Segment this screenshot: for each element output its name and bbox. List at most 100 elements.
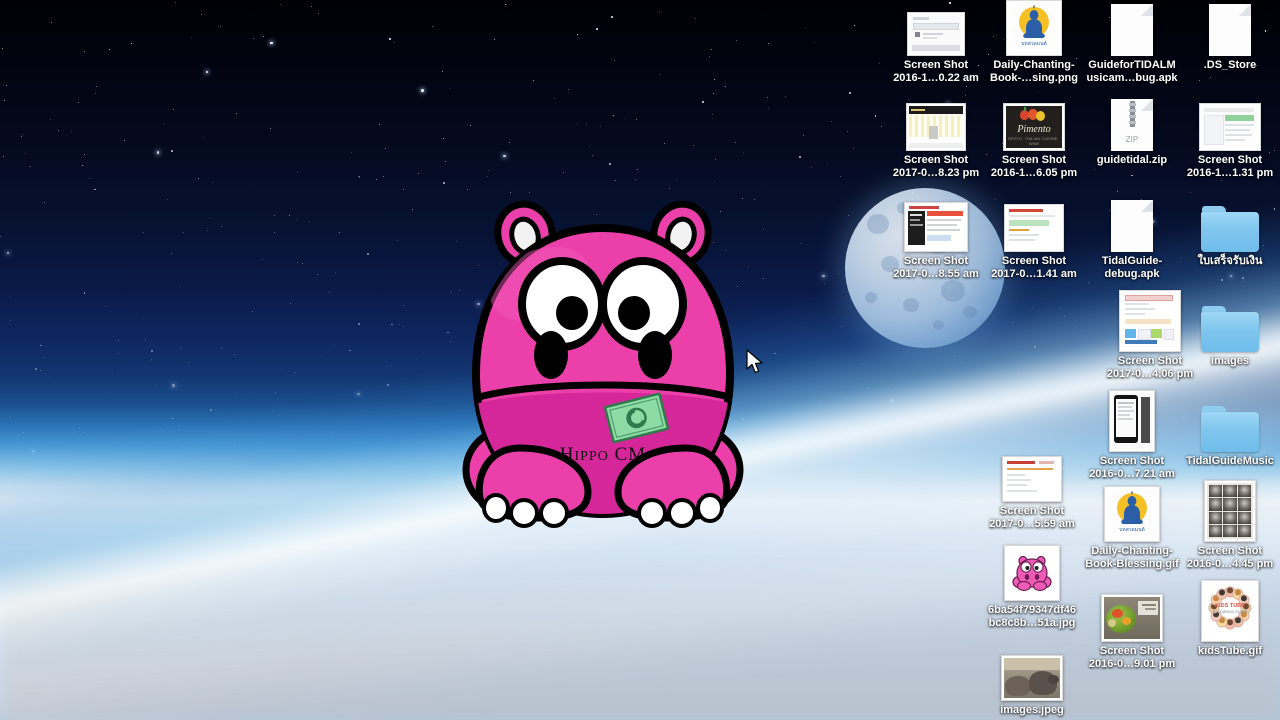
desktop-icon[interactable]: GuideforTIDALM usicam…bug.apk <box>1080 0 1184 84</box>
desktop-icon-label: TidalGuide- debug.apk <box>1101 255 1163 280</box>
desktop-icon-thumbnail[interactable] <box>1178 196 1280 252</box>
desktop-icon-label: 6ba54f79347df46 bc8c8b…51a.jpg <box>987 604 1077 629</box>
svg-text:บทสวดมนต์: บทสวดมนต์ <box>1021 40 1047 47</box>
desktop-icon-label: Screen Shot 2016-0…7.21 am <box>1089 455 1175 480</box>
document-file-icon <box>1111 200 1153 252</box>
zip-archive-icon: ZIP <box>1111 99 1153 151</box>
blank-page <box>1209 4 1251 56</box>
blank-page <box>1111 4 1153 56</box>
desktop-icon-label: Screen Shot 2016-1…1.31 pm <box>1186 154 1274 179</box>
arrow-cursor <box>746 349 764 380</box>
document-file-icon <box>1111 4 1153 56</box>
desktop-icon-thumbnail[interactable] <box>1178 480 1280 542</box>
desktop-icon-label: guidetidal.zip <box>1096 154 1168 166</box>
desktop[interactable]: HIPPO CM Screen Shot 2016-1…0.22 am บทสว… <box>0 0 1280 720</box>
desktop-icon-label: Screen Shot 2017-0…8.55 am <box>893 255 979 280</box>
desktop-icon[interactable]: TidalGuideMusic <box>1178 396 1280 468</box>
buddha-image-icon: บทสวดมนต์ <box>1104 486 1160 542</box>
screenshot-thumbnail-icon <box>1109 390 1155 452</box>
zip-page: ZIP <box>1111 99 1153 151</box>
desktop-icon-thumbnail[interactable] <box>1080 586 1184 642</box>
svg-text:BY LEARNING VIDEOS: BY LEARNING VIDEOS <box>1213 610 1247 614</box>
desktop-icon-label: .DS_Store <box>1203 59 1257 71</box>
desktop-icon[interactable]: Screen Shot 2016-0…4.45 pm <box>1178 480 1280 570</box>
desktop-icon-thumbnail[interactable]: บทสวดมนต์ <box>1080 486 1184 542</box>
screenshot-thumbnail-icon <box>1101 594 1163 642</box>
desktop-icon[interactable]: ใบเสร็จรับเงิน <box>1178 196 1280 268</box>
blank-page <box>1111 200 1153 252</box>
screenshot-thumbnail-icon <box>904 202 968 252</box>
desktop-icon[interactable]: .DS_Store <box>1178 0 1280 72</box>
desktop-icon-thumbnail[interactable] <box>884 0 988 56</box>
hippos-photo-icon <box>1001 655 1063 701</box>
desktop-icon-label: images <box>1211 355 1249 367</box>
desktop-icon-thumbnail[interactable]: KIDS TUBE BY LEARNING VIDEOS <box>1178 580 1280 642</box>
screenshot-thumbnail-icon <box>1002 456 1062 502</box>
desktop-icon-label: Screen Shot 2016-0…9.01 pm <box>1088 645 1176 670</box>
hippo-image-icon <box>1004 545 1060 601</box>
desktop-icon-thumbnail[interactable] <box>1080 196 1184 252</box>
desktop-icon-label: images.jpeg <box>1000 704 1064 716</box>
desktop-icon[interactable]: images <box>1178 296 1280 368</box>
desktop-icon[interactable]: Screen Shot 2017-0…5.59 am <box>980 446 1084 530</box>
screenshot-thumbnail-icon <box>906 103 966 151</box>
screenshot-thumbnail-icon <box>907 12 965 56</box>
svg-text:บทสวดมนต์: บทสวดมนต์ <box>1119 526 1145 533</box>
desktop-icon-label: Screen Shot 2017-0…1.41 am <box>991 255 1077 280</box>
folder-icon <box>1201 406 1259 452</box>
desktop-icon-thumbnail[interactable] <box>884 196 988 252</box>
desktop-icon-label: Screen Shot 2016-0…4.45 pm <box>1186 545 1274 570</box>
desktop-icon[interactable]: Screen Shot 2016-0…9.01 pm <box>1080 586 1184 670</box>
desktop-icon-thumbnail[interactable] <box>1178 296 1280 352</box>
desktop-icon-thumbnail[interactable] <box>1178 396 1280 452</box>
desktop-icon[interactable]: Screen Shot 2016-1…0.22 am <box>884 0 988 84</box>
desktop-icon-label: TidalGuideMusic <box>1186 455 1274 467</box>
buddha-image-icon: บทสวดมนต์ <box>1006 0 1062 56</box>
desktop-icon-thumbnail[interactable] <box>982 196 1086 252</box>
kidstube-image-icon: KIDS TUBE BY LEARNING VIDEOS <box>1201 580 1259 642</box>
screenshot-thumbnail-icon <box>1199 103 1261 151</box>
desktop-icon-thumbnail[interactable] <box>980 545 1084 601</box>
desktop-icon-thumbnail[interactable] <box>980 645 1084 701</box>
folder-icon <box>1201 306 1259 352</box>
desktop-icon-label: GuideforTIDALM usicam…bug.apk <box>1086 59 1178 84</box>
desktop-icon[interactable]: images.jpeg <box>980 645 1084 717</box>
screenshot-thumbnail-icon <box>1004 204 1064 252</box>
desktop-icon-label: Daily-Chanting- Book-…sing.png <box>990 59 1078 84</box>
desktop-icon[interactable]: Pimento RESTO ITALIAN CUISINE WINE Scree… <box>982 95 1086 179</box>
desktop-icon-thumbnail[interactable]: ZIP <box>1080 95 1184 151</box>
desktop-icon[interactable]: ZIP guidetidal.zip <box>1080 95 1184 167</box>
desktop-icon-label: Daily-Chanting- Book-Blessing.gif <box>1085 545 1179 570</box>
document-file-icon <box>1209 4 1251 56</box>
desktop-icon[interactable]: Screen Shot 2016-0…7.21 am <box>1080 390 1184 480</box>
desktop-icon[interactable]: KIDS TUBE BY LEARNING VIDEOS kidsTube.gi… <box>1178 580 1280 658</box>
desktop-icon-thumbnail[interactable] <box>1080 390 1184 452</box>
desktop-icon-label: Screen Shot 2017-0…5.59 am <box>989 505 1075 530</box>
desktop-icon[interactable]: Screen Shot 2017-0…1.41 am <box>982 196 1086 280</box>
desktop-icon-thumbnail[interactable] <box>1178 0 1280 56</box>
pimento-image-icon: Pimento RESTO ITALIAN CUISINE WINE <box>1003 103 1065 151</box>
desktop-icon-label: Screen Shot 2016-1…6.05 pm <box>990 154 1078 179</box>
desktop-icon[interactable]: 6ba54f79347df46 bc8c8b…51a.jpg <box>980 545 1084 629</box>
desktop-icon-thumbnail[interactable] <box>1080 0 1184 56</box>
desktop-icon[interactable]: Screen Shot 2016-1…1.31 pm <box>1178 95 1280 179</box>
svg-text:KIDS TUBE: KIDS TUBE <box>1215 603 1245 609</box>
desktop-icon-label: Screen Shot 2017-0…8.23 pm <box>892 154 980 179</box>
desktop-icon[interactable]: Screen Shot 2017-0…8.23 pm <box>884 95 988 179</box>
desktop-icon-thumbnail[interactable]: Pimento RESTO ITALIAN CUISINE WINE <box>982 95 1086 151</box>
stamp-sheet-image-icon <box>1204 480 1256 542</box>
screenshot-thumbnail-icon <box>1119 290 1181 352</box>
desktop-icon-label: ใบเสร็จรับเงิน <box>1197 255 1263 267</box>
desktop-icon[interactable]: Screen Shot 2017-0…8.55 am <box>884 196 988 280</box>
desktop-icon[interactable]: บทสวดมนต์ Daily-Chanting- Book-Blessing.… <box>1080 486 1184 570</box>
desktop-icon-thumbnail[interactable]: บทสวดมนต์ <box>982 0 1086 56</box>
desktop-icon[interactable]: บทสวดมนต์ Daily-Chanting- Book-…sing.png <box>982 0 1086 84</box>
folder-icon <box>1201 206 1259 252</box>
desktop-icon-label: Screen Shot 2016-1…0.22 am <box>893 59 979 84</box>
desktop-icon-thumbnail[interactable] <box>980 446 1084 502</box>
hippo-cm-mascot: HIPPO CM <box>462 192 744 532</box>
desktop-icon-thumbnail[interactable] <box>1178 95 1280 151</box>
desktop-icon[interactable]: TidalGuide- debug.apk <box>1080 196 1184 280</box>
desktop-icon-thumbnail[interactable] <box>884 95 988 151</box>
desktop-icon-label: kidsTube.gif <box>1198 645 1262 657</box>
